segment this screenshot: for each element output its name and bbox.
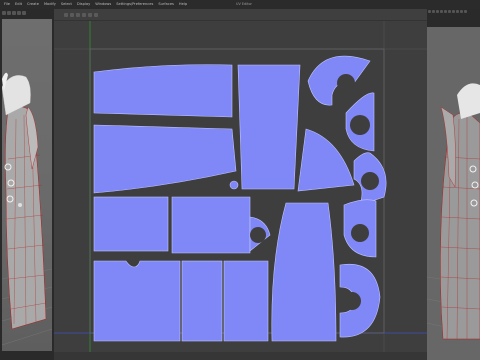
uv-shell [181,260,223,342]
menu-bar: File Edit Create Modify Select Display W… [0,0,480,9]
right-3d-viewport[interactable] [427,27,480,360]
menu-display[interactable]: Display [77,0,90,9]
render-icon[interactable] [444,10,447,13]
uv-shell [93,260,181,342]
menu-settings[interactable]: Settings/Preferences [116,0,153,9]
uv-editor-toolbar [54,9,427,21]
uv-shell [93,64,233,118]
uv-editor [54,9,427,360]
menu-file[interactable]: File [4,0,10,9]
menu-create[interactable]: Create [27,0,39,9]
uv-checker-icon[interactable] [94,12,98,17]
uv-canvas[interactable] [54,21,427,360]
menu-select[interactable]: Select [61,0,72,9]
select-tool-icon[interactable] [2,11,6,15]
right-viewport-panel [427,9,480,360]
channel-box-icon[interactable] [464,10,467,13]
snap-point-icon[interactable] [436,10,439,13]
uv-move-icon[interactable] [70,12,74,17]
snap-curve-icon[interactable] [432,10,435,13]
menu-surfaces[interactable]: Surfaces [158,0,174,9]
menu-modify[interactable]: Modify [44,0,56,9]
uv-shell [171,196,251,254]
window-title: UV Editor [236,2,252,6]
history-icon[interactable] [440,10,443,13]
app-window: File Edit Create Modify Select Display W… [0,0,480,360]
left-viewport-panel [0,9,54,360]
uv-scale-icon[interactable] [82,12,86,17]
left-viewport-toolbar [2,11,52,18]
uv-select-icon[interactable] [64,12,68,17]
status-bar [54,352,427,360]
camera-icon[interactable] [22,11,26,15]
render-settings-icon[interactable] [452,10,455,13]
hypershade-icon[interactable] [456,10,459,13]
uv-shell [223,260,269,342]
left-model-render [1,72,53,346]
menu-help[interactable]: Help [179,0,187,9]
rotate-tool-icon[interactable] [12,11,16,15]
uv-rotate-icon[interactable] [76,12,80,17]
uv-shell [271,202,337,342]
menu-windows[interactable]: Windows [95,0,111,9]
left-3d-viewport[interactable] [1,19,53,351]
scale-tool-icon[interactable] [17,11,21,15]
uv-shell [237,64,301,190]
move-tool-icon[interactable] [7,11,11,15]
attribute-editor-icon[interactable] [460,10,463,13]
uv-layout [54,21,427,360]
uv-shell [93,196,169,252]
menu-edit[interactable]: Edit [15,0,22,9]
snap-grid-icon[interactable] [428,10,431,13]
uv-grid-icon[interactable] [88,12,92,17]
right-viewport-toolbar [428,10,479,26]
ipr-icon[interactable] [448,10,451,13]
